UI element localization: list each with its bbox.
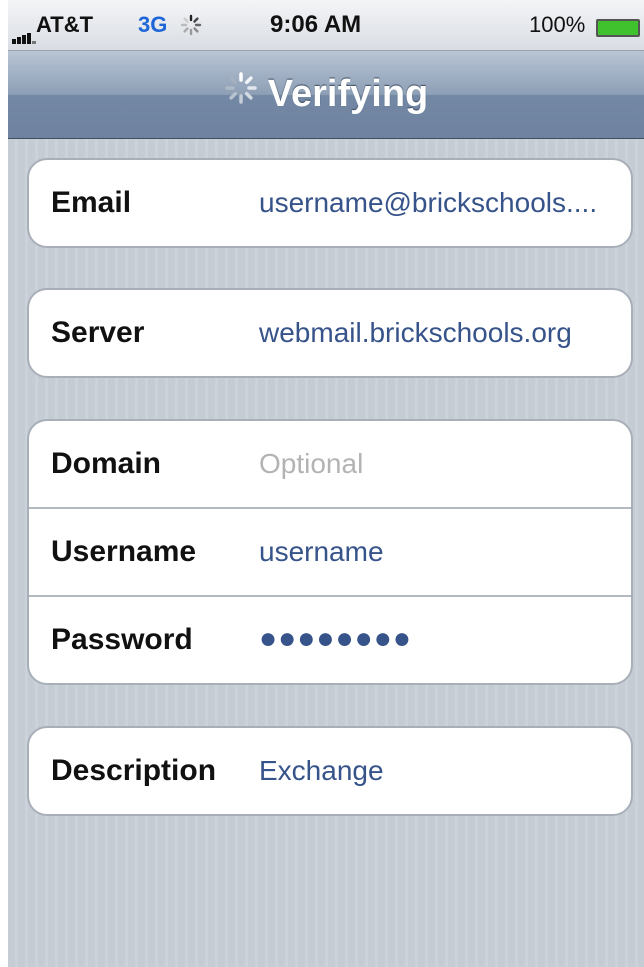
- password-field[interactable]: ●●●●●●●●: [259, 622, 412, 656]
- password-label: Password: [51, 623, 193, 656]
- domain-row[interactable]: Domain Optional: [29, 421, 631, 509]
- server-row[interactable]: Server webmail.brickschools.org: [29, 290, 631, 376]
- description-row[interactable]: Description Exchange: [29, 728, 631, 814]
- network-activity-icon: [180, 14, 202, 41]
- nav-title-text: Verifying: [267, 73, 429, 115]
- signal-strength-icon: [12, 20, 37, 44]
- description-label: Description: [51, 754, 217, 787]
- battery-percentage: 100%: [529, 12, 586, 37]
- username-row[interactable]: Username username: [29, 509, 631, 597]
- navigation-bar: Verifying: [8, 51, 644, 139]
- email-group: Email username@brickschools....: [27, 158, 633, 248]
- server-label: Server: [51, 316, 145, 349]
- phone-screen: AT&T 3G 9:06 AM 100% Verifying Email use…: [8, 0, 644, 967]
- server-field[interactable]: webmail.brickschools.org: [259, 317, 572, 349]
- email-field[interactable]: username@brickschools....: [259, 187, 597, 219]
- network-type: 3G: [138, 12, 168, 37]
- username-label: Username: [51, 535, 197, 568]
- domain-label: Domain: [51, 447, 162, 480]
- battery-icon: [596, 19, 640, 37]
- nav-title: Verifying: [8, 71, 644, 116]
- credentials-group: Domain Optional Username username Passwo…: [27, 419, 633, 685]
- loading-spinner-icon: [224, 71, 258, 115]
- form-content: Email username@brickschools.... Server w…: [8, 139, 644, 967]
- email-row[interactable]: Email username@brickschools....: [29, 160, 631, 246]
- username-field[interactable]: username: [259, 536, 384, 568]
- password-row[interactable]: Password ●●●●●●●●: [29, 597, 631, 683]
- carrier-name: AT&T: [36, 12, 94, 37]
- server-group: Server webmail.brickschools.org: [27, 288, 633, 378]
- description-group: Description Exchange: [27, 726, 633, 816]
- domain-field[interactable]: Optional: [259, 448, 363, 480]
- clock-time: 9:06 AM: [270, 11, 362, 38]
- status-bar: AT&T 3G 9:06 AM 100%: [8, 0, 644, 51]
- description-field[interactable]: Exchange: [259, 755, 384, 787]
- email-label: Email: [51, 186, 132, 219]
